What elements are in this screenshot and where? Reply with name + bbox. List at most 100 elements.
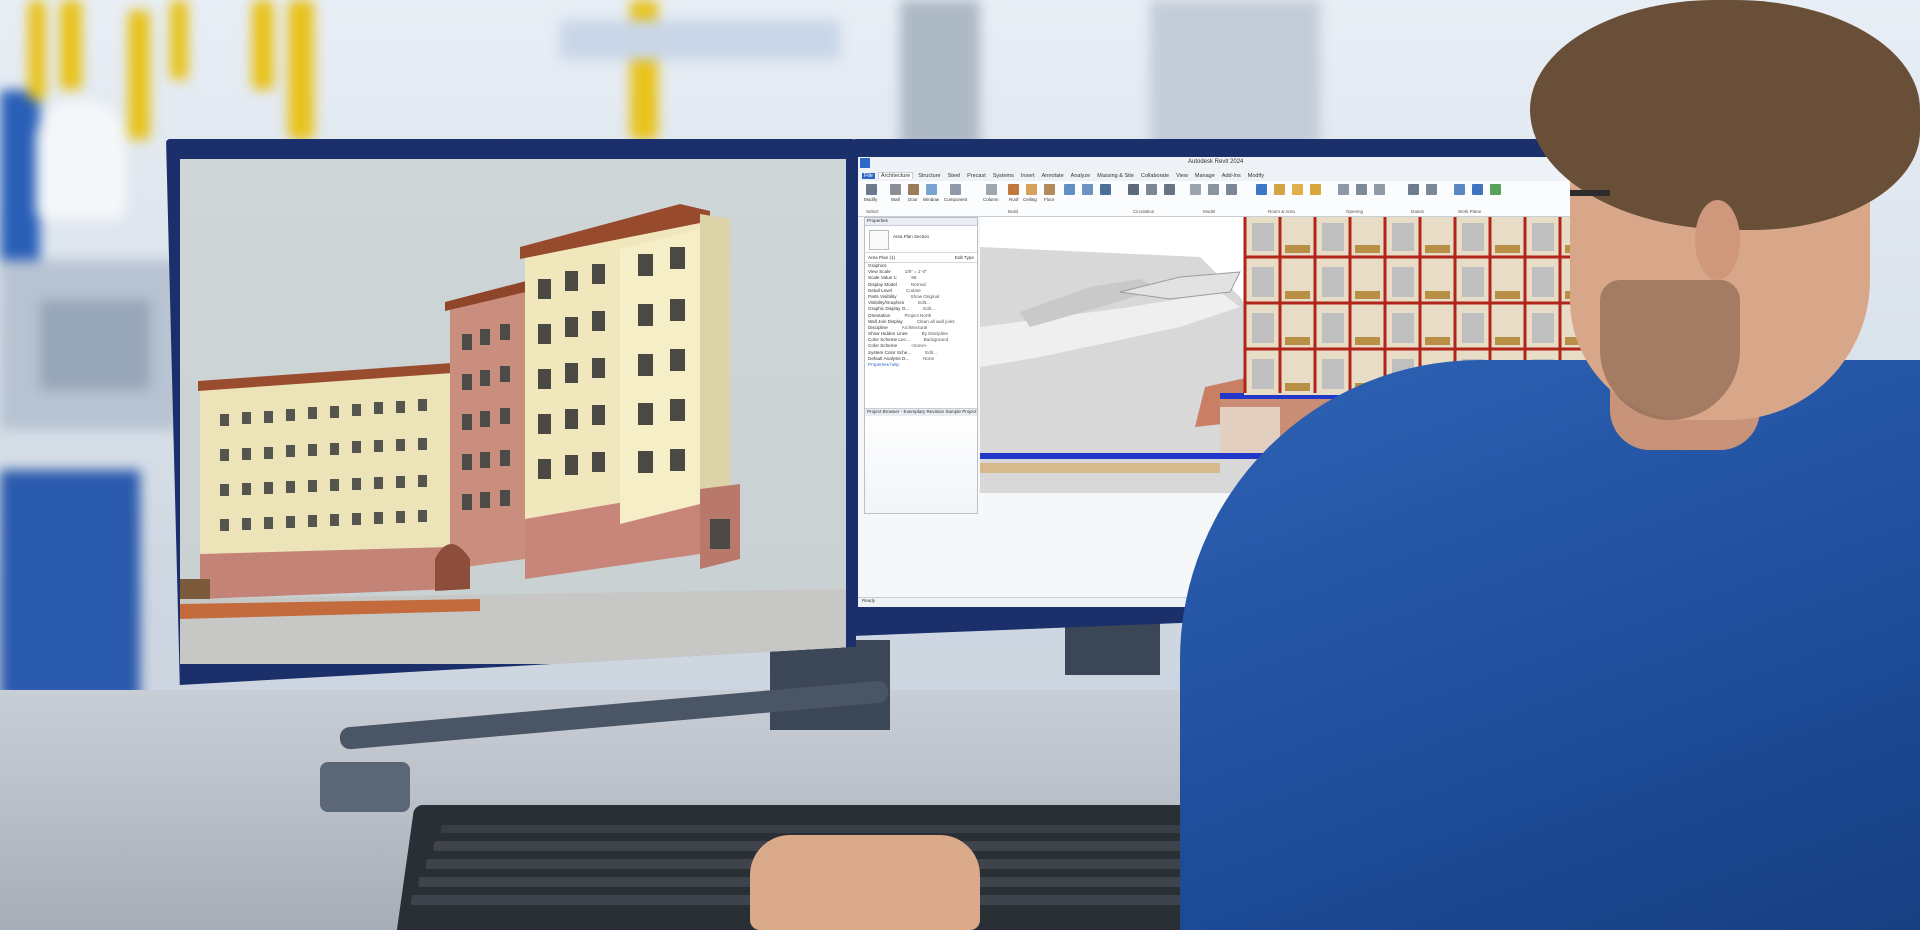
window-title: Autodesk Revit 2024 bbox=[1188, 159, 1244, 165]
tab-view[interactable]: View bbox=[1174, 173, 1190, 179]
column-tool-icon[interactable] bbox=[986, 184, 997, 195]
tag-room-tool-icon[interactable] bbox=[1292, 184, 1303, 195]
tab-annotate[interactable]: Annotate bbox=[1040, 173, 1066, 179]
tab-modify[interactable]: Modify bbox=[1246, 173, 1266, 179]
component-tool-icon[interactable] bbox=[950, 184, 961, 195]
panel-model: Model bbox=[1203, 209, 1216, 214]
panel-opening: Opening bbox=[1346, 209, 1364, 214]
tab-massing-site[interactable]: Massing & Site bbox=[1095, 173, 1136, 179]
glasses-icon bbox=[1570, 190, 1610, 196]
floor-tool-label: Floor bbox=[1044, 197, 1055, 202]
model-line-tool-icon[interactable] bbox=[1208, 184, 1219, 195]
tab-collaborate[interactable]: Collaborate bbox=[1139, 173, 1171, 179]
person-shirt bbox=[1180, 360, 1920, 930]
ribbon-tabs: File Architecture Structure Steel Precas… bbox=[858, 170, 1600, 181]
dormer-tool-icon[interactable] bbox=[1374, 184, 1385, 195]
ceiling-tool-label: Ceiling bbox=[1023, 197, 1037, 202]
panel-work-plane: Work Plane bbox=[1458, 209, 1482, 214]
set-work-plane-tool-icon[interactable] bbox=[1454, 184, 1465, 195]
properties-help-link[interactable]: Properties help bbox=[865, 362, 977, 369]
ramp-tool-icon[interactable] bbox=[1146, 184, 1157, 195]
model-text-tool-icon[interactable] bbox=[1190, 184, 1201, 195]
yellow-post bbox=[28, 0, 46, 100]
yellow-post bbox=[60, 0, 82, 90]
tab-file[interactable]: File bbox=[862, 172, 875, 179]
building-rendering bbox=[180, 159, 846, 664]
door-tool-icon[interactable] bbox=[908, 184, 919, 195]
background-ceiling-light bbox=[560, 20, 840, 60]
panel-select: Select bbox=[866, 209, 879, 214]
modify-tool-label: Modify bbox=[864, 197, 878, 202]
key bbox=[440, 825, 1262, 833]
background-blue-base bbox=[0, 470, 140, 700]
tab-steel[interactable]: Steel bbox=[946, 173, 963, 179]
roof-tool-icon[interactable] bbox=[1008, 184, 1019, 195]
left-monitor bbox=[166, 139, 856, 685]
show-work-plane-tool-icon[interactable] bbox=[1472, 184, 1483, 195]
tab-manage[interactable]: Manage bbox=[1193, 173, 1217, 179]
column-tool-label: Column bbox=[983, 197, 999, 202]
type-name: Area Plan Section bbox=[893, 234, 930, 239]
window-tool-icon[interactable] bbox=[926, 184, 937, 195]
project-browser: Project Browser - Exemplary Revision Sam… bbox=[865, 408, 977, 513]
yellow-post bbox=[288, 0, 314, 140]
room-separator-tool-icon[interactable] bbox=[1274, 184, 1285, 195]
panel-room-area: Room & Area bbox=[1268, 209, 1295, 214]
yellow-post bbox=[128, 10, 150, 140]
tab-analyze[interactable]: Analyze bbox=[1069, 173, 1093, 179]
background-worker bbox=[36, 100, 126, 220]
ribbon: Modify Wall Door Window Component Column… bbox=[858, 181, 1600, 217]
type-selector[interactable]: Area Plan Section bbox=[865, 226, 977, 253]
stair-tool-icon[interactable] bbox=[1164, 184, 1175, 195]
tab-add-ins[interactable]: Add-Ins bbox=[1220, 173, 1243, 179]
tab-precast[interactable]: Precast bbox=[965, 173, 988, 179]
tab-architecture[interactable]: Architecture bbox=[877, 172, 914, 179]
wall-tool-label: Wall bbox=[891, 197, 900, 202]
grid-tool-icon[interactable] bbox=[1426, 184, 1437, 195]
background-pillar bbox=[1150, 0, 1320, 150]
ref-plane-tool-icon[interactable] bbox=[1490, 184, 1501, 195]
area-tool-icon[interactable] bbox=[1310, 184, 1321, 195]
floor-tool-icon[interactable] bbox=[1044, 184, 1055, 195]
yellow-post bbox=[170, 0, 188, 80]
railing-tool-icon[interactable] bbox=[1128, 184, 1139, 195]
quick-access-toolbar: Autodesk Revit 2024 bbox=[858, 157, 1600, 171]
office-scene: Autodesk Revit 2024 File Architecture St… bbox=[0, 0, 1920, 930]
person-ear bbox=[1695, 200, 1740, 280]
window-tool-label: Window bbox=[923, 197, 940, 202]
tab-structure[interactable]: Structure bbox=[916, 173, 942, 179]
wall-tool-icon[interactable] bbox=[890, 184, 901, 195]
person-beard bbox=[1600, 280, 1740, 420]
monitor-clamp bbox=[320, 762, 410, 812]
background-machine bbox=[40, 300, 150, 390]
status-text: Ready bbox=[862, 598, 876, 603]
room-tool-icon[interactable] bbox=[1256, 184, 1267, 195]
curtain-system-tool-icon[interactable] bbox=[1064, 184, 1075, 195]
component-tool-label: Component bbox=[944, 197, 968, 202]
shaft-tool-icon[interactable] bbox=[1356, 184, 1367, 195]
panel-datum: Datum bbox=[1411, 209, 1425, 214]
tab-insert[interactable]: Insert bbox=[1019, 173, 1037, 179]
type-thumbnail-icon bbox=[869, 230, 889, 250]
tab-systems[interactable]: Systems bbox=[991, 173, 1016, 179]
ceiling-tool-icon[interactable] bbox=[1026, 184, 1037, 195]
project-browser-header: Project Browser - Exemplary Revision Sam… bbox=[865, 409, 977, 416]
modify-tool-icon[interactable] bbox=[866, 184, 877, 195]
curtain-grid-tool-icon[interactable] bbox=[1082, 184, 1093, 195]
by-face-tool-icon[interactable] bbox=[1338, 184, 1349, 195]
edit-type-button[interactable]: Edit Type bbox=[955, 255, 974, 260]
properties-header: Properties bbox=[865, 218, 977, 226]
view-instance-row: Area Plan (1) Edit Type bbox=[865, 253, 977, 263]
mullion-tool-icon[interactable] bbox=[1100, 184, 1111, 195]
panel-build: Build bbox=[1008, 209, 1019, 214]
door-tool-label: Door bbox=[908, 197, 918, 202]
panel-circulation: Circulation bbox=[1133, 209, 1155, 214]
left-hand bbox=[750, 835, 980, 930]
model-group-tool-icon[interactable] bbox=[1226, 184, 1237, 195]
view-selector[interactable]: Area Plan (1) bbox=[868, 255, 895, 260]
level-tool-icon[interactable] bbox=[1408, 184, 1419, 195]
yellow-post bbox=[252, 0, 274, 90]
revit-app-button[interactable] bbox=[860, 158, 870, 168]
properties-palette: Properties Area Plan Section Area Plan (… bbox=[864, 217, 978, 514]
roof-tool-label: Roof bbox=[1009, 197, 1019, 202]
